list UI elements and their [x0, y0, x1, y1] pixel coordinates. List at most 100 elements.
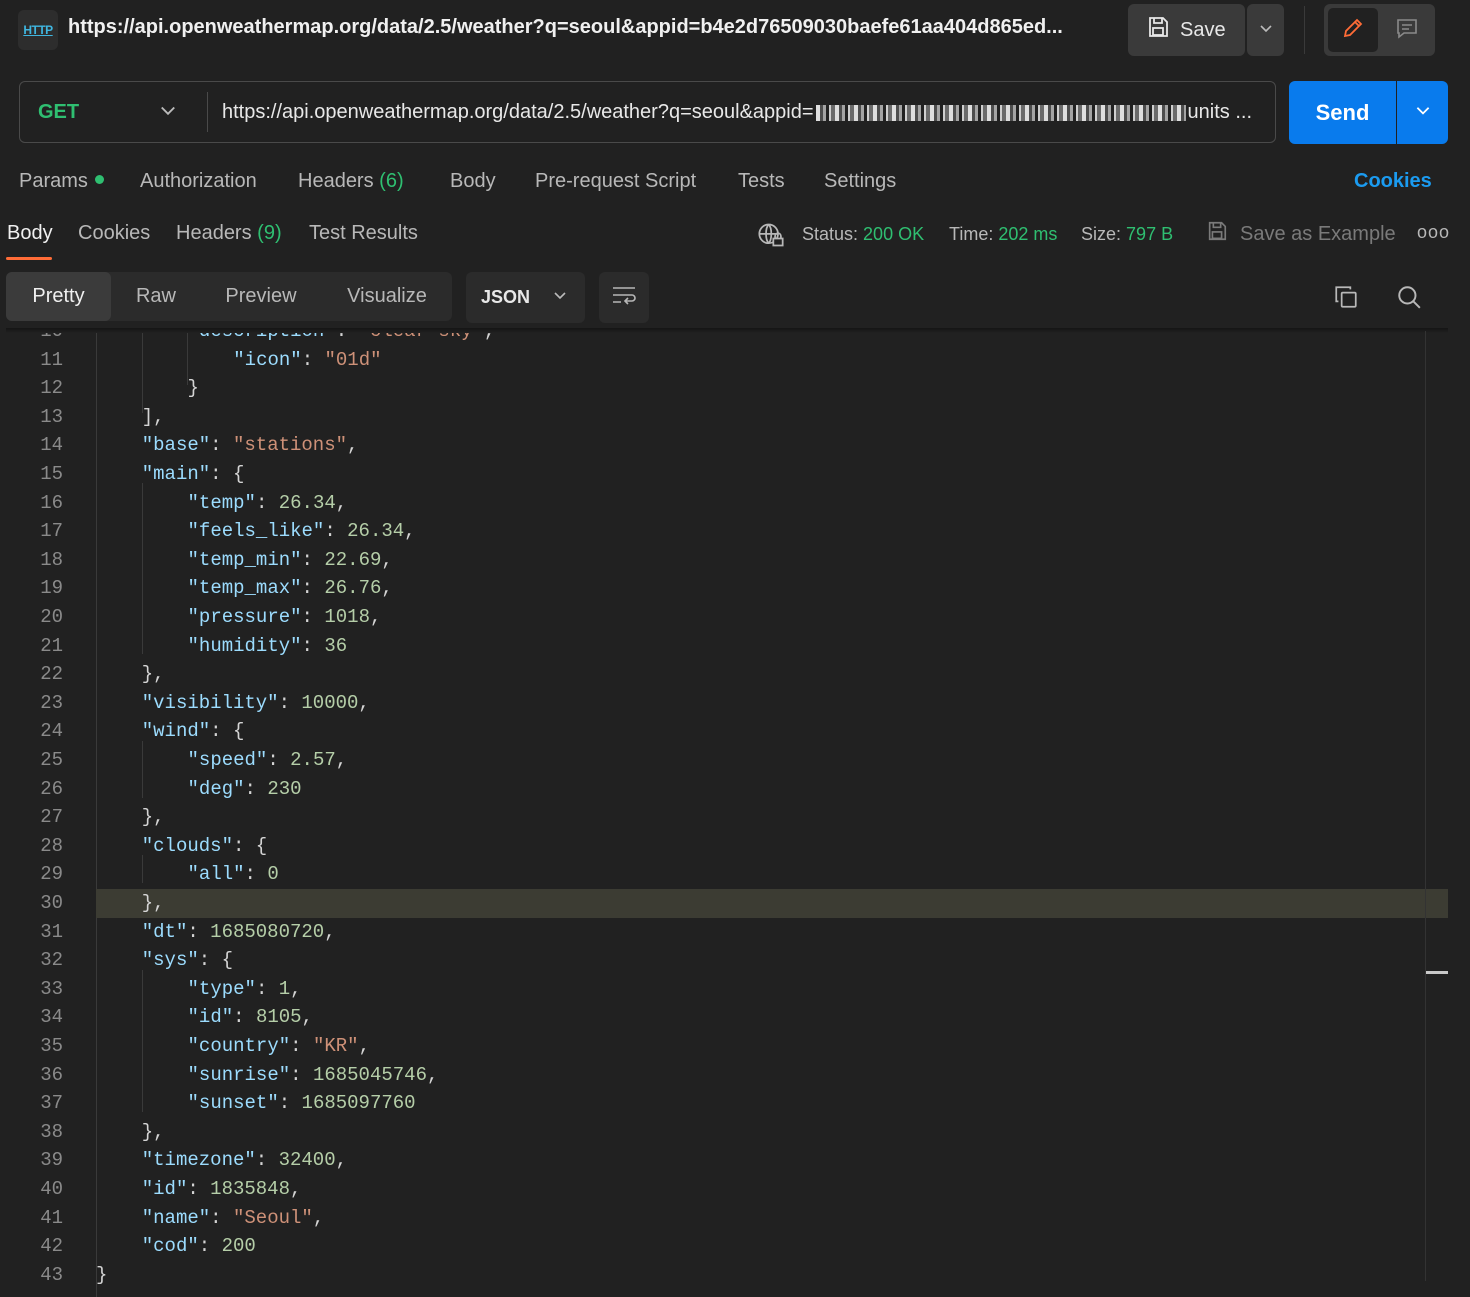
json-key: "sunset"	[187, 1092, 279, 1115]
response-status[interactable]: Status: 200 OK	[802, 224, 924, 245]
tab-authorization[interactable]: Authorization	[140, 170, 257, 193]
save-options-dropdown[interactable]	[1247, 4, 1284, 56]
code-line[interactable]: 20 "pressure": 1018,	[0, 603, 1448, 632]
json-punctuation: ,	[369, 606, 382, 628]
code-line[interactable]: 17 "feels_like": 26.34,	[0, 517, 1448, 546]
code-line[interactable]: 42 "cod": 200	[0, 1232, 1448, 1261]
json-number: 230	[267, 777, 302, 800]
json-punctuation: :	[244, 863, 268, 886]
code-line[interactable]: 27},	[0, 803, 1448, 832]
redacted-api-key	[815, 104, 1186, 121]
send-button[interactable]: Send	[1289, 81, 1396, 144]
code-line[interactable]: 16 "temp": 26.34,	[0, 489, 1448, 518]
code-line[interactable]: 14 "base": "stations",	[0, 431, 1448, 460]
code-line[interactable]: 13],	[0, 403, 1448, 432]
view-visualize[interactable]: Visualize	[324, 272, 450, 321]
json-punctuation: ,	[290, 1178, 302, 1200]
line-number: 31	[40, 920, 63, 943]
code-line[interactable]: 30},	[40, 889, 1448, 918]
code-line[interactable]: 22},	[0, 660, 1448, 689]
json-punctuation: ,	[324, 920, 336, 943]
globe-lock-icon[interactable]	[757, 221, 785, 254]
code-line[interactable]: 35 "country": "KR",	[0, 1032, 1448, 1061]
response-headers-count: (9)	[257, 222, 282, 244]
save-as-example-button[interactable]: Save as Example	[1206, 220, 1396, 248]
comments-button[interactable]	[1382, 8, 1432, 52]
code-line[interactable]: 23 "visibility": 10000,	[0, 689, 1448, 718]
code-line[interactable]: 24 "wind": {	[0, 717, 1448, 746]
http-method-select[interactable]: GET	[38, 101, 79, 124]
tab-body[interactable]: Body	[450, 170, 496, 193]
code-line[interactable]: 28 "clouds": {	[0, 832, 1448, 861]
code-line[interactable]: 25 "speed": 2.57,	[0, 746, 1448, 775]
line-number: 36	[40, 1063, 63, 1086]
code-line[interactable]: 18 "temp_min": 22.69,	[0, 546, 1448, 575]
code-line[interactable]: 38},	[0, 1118, 1448, 1147]
more-options-icon[interactable]: ooo	[1417, 222, 1450, 243]
code-text: "wind": {	[96, 717, 245, 746]
tab-params[interactable]: Params	[19, 170, 104, 193]
json-number: 1	[278, 977, 291, 1000]
view-raw[interactable]: Raw	[114, 272, 198, 321]
code-line[interactable]: 36 "sunrise": 1685045746,	[0, 1061, 1448, 1090]
scrollbar-position-marker[interactable]	[1426, 971, 1448, 974]
time-value: 202 ms	[998, 224, 1058, 244]
code-line[interactable]: 34 "id": 8105,	[0, 1003, 1448, 1032]
json-punctuation: ,	[426, 1063, 439, 1086]
code-text: },	[96, 1118, 165, 1147]
word-wrap-button[interactable]	[599, 272, 649, 323]
tab-settings[interactable]: Settings	[824, 170, 896, 193]
code-line[interactable]: 32 "sys": {	[0, 946, 1448, 975]
code-line[interactable]: 40 "id": 1835848,	[0, 1175, 1448, 1204]
time-label: Time:	[949, 224, 994, 244]
json-string: "01d"	[324, 348, 382, 371]
code-text: "speed": 2.57,	[96, 746, 348, 775]
code-line[interactable]: 39 "timezone": 32400,	[0, 1146, 1448, 1175]
code-text: }	[96, 374, 199, 403]
request-title[interactable]: https://api.openweathermap.org/data/2.5/…	[68, 16, 1088, 39]
editor-scrollbar[interactable]	[1425, 331, 1426, 1281]
response-tab-headers[interactable]: Headers (9)	[176, 222, 282, 245]
tab-tests[interactable]: Tests	[738, 170, 785, 193]
edit-mode-button[interactable]	[1328, 8, 1378, 52]
response-tab-body[interactable]: Body	[7, 222, 53, 245]
code-line[interactable]: 29 "all": 0	[0, 860, 1448, 889]
url-input[interactable]: https://api.openweathermap.org/data/2.5/…	[222, 101, 1268, 124]
wrap-lines-icon	[611, 284, 637, 311]
copy-icon[interactable]	[1333, 284, 1359, 315]
format-select[interactable]: JSON	[466, 272, 585, 323]
code-line[interactable]: 19 "temp_max": 26.76,	[0, 574, 1448, 603]
search-icon[interactable]	[1396, 284, 1422, 315]
chevron-down-icon[interactable]	[158, 100, 178, 125]
cookies-link[interactable]: Cookies	[1354, 170, 1432, 193]
response-body-editor[interactable]: 10 "description": "clear sky", 11 "icon": "…	[0, 331, 1448, 1297]
format-select-value: JSON	[481, 287, 531, 307]
response-tab-cookies[interactable]: Cookies	[78, 222, 150, 245]
view-pretty[interactable]: Pretty	[6, 272, 111, 321]
code-line[interactable]: 31 "dt": 1685080720,	[0, 918, 1448, 947]
send-options-dropdown[interactable]	[1397, 81, 1448, 144]
view-preview[interactable]: Preview	[204, 272, 318, 321]
tab-headers[interactable]: Headers (6)	[298, 170, 404, 193]
code-line[interactable]: 21 "humidity": 36	[0, 632, 1448, 661]
code-line[interactable]: 15 "main": {	[0, 460, 1448, 489]
json-key: "speed"	[187, 749, 268, 771]
response-tab-test-results[interactable]: Test Results	[309, 222, 418, 245]
response-size[interactable]: Size: 797 B	[1081, 224, 1173, 245]
save-button[interactable]: Save	[1128, 4, 1245, 56]
response-time[interactable]: Time: 202 ms	[949, 224, 1057, 245]
code-text: "main": {	[96, 460, 245, 489]
code-line[interactable]: 41 "name": "Seoul",	[0, 1204, 1448, 1233]
code-line[interactable]: 33 "type": 1,	[0, 975, 1448, 1004]
json-punctuation: :	[187, 1178, 211, 1200]
code-line[interactable]: 11 "icon": "01d"	[0, 346, 1448, 375]
code-line[interactable]: 12}	[0, 374, 1448, 403]
code-line[interactable]: 26 "deg": 230	[0, 775, 1448, 804]
code-line[interactable]: 37 "sunset": 1685097760	[0, 1089, 1448, 1118]
code-line[interactable]: 43}	[0, 1261, 1448, 1290]
json-key: "temp_min"	[187, 548, 302, 571]
code-line[interactable]: 10 "description": "clear sky",	[0, 331, 1448, 346]
tab-pre-request-script[interactable]: Pre-request Script	[535, 170, 696, 193]
code-text: ],	[96, 403, 165, 432]
floppy-disk-icon	[1206, 220, 1228, 248]
